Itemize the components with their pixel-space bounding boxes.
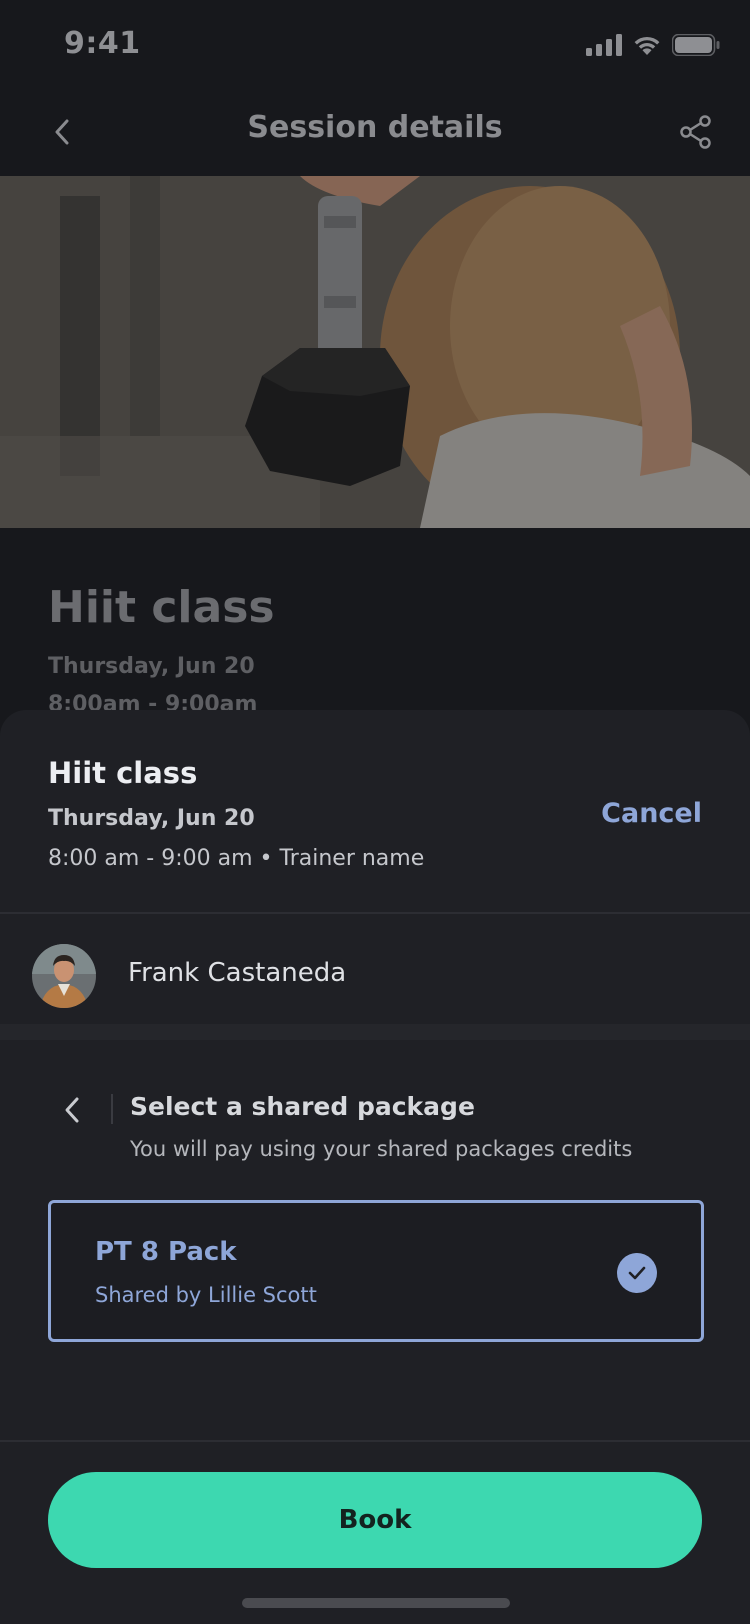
session-hero-image xyxy=(0,176,750,528)
page-title: Session details xyxy=(247,110,503,145)
checkmark-icon xyxy=(628,1266,646,1280)
attendee-row xyxy=(0,914,750,1020)
package-section-title: Select a shared package xyxy=(130,1092,475,1121)
share-button[interactable] xyxy=(672,108,720,156)
divider xyxy=(0,1440,750,1442)
nav-bar: Session details xyxy=(0,92,750,176)
background-session-title: Hiit class xyxy=(48,582,275,633)
booking-sheet: Hiit class Thursday, Jun 20 8:00 am - 9:… xyxy=(0,710,750,1624)
package-name: PT 8 Pack xyxy=(95,1237,237,1267)
status-icons xyxy=(586,34,720,56)
package-section-subtitle: You will pay using your shared packages … xyxy=(130,1137,633,1161)
session-date: Thursday, Jun 20 xyxy=(48,806,255,831)
signal-icon xyxy=(586,34,622,56)
share-icon xyxy=(680,115,711,149)
section-separator xyxy=(0,1024,750,1040)
attendee-name: Frank Castaneda xyxy=(128,958,347,988)
avatar xyxy=(32,944,96,1008)
wifi-icon xyxy=(634,36,660,55)
selected-check-indicator xyxy=(617,1253,657,1293)
package-back-button[interactable] xyxy=(52,1084,92,1136)
package-shared-by: Shared by Lillie Scott xyxy=(95,1283,317,1307)
status-bar: 9:41 xyxy=(0,0,750,92)
session-title: Hiit class xyxy=(48,756,198,790)
hero-dim-overlay xyxy=(0,176,750,528)
session-time-trainer: 8:00 am - 9:00 am • Trainer name xyxy=(48,846,425,871)
status-time: 9:41 xyxy=(64,26,141,61)
chevron-left-icon xyxy=(65,1097,79,1123)
cancel-button[interactable]: Cancel xyxy=(601,798,702,829)
book-button[interactable]: Book xyxy=(48,1472,702,1568)
session-summary: Hiit class Thursday, Jun 20 8:00 am - 9:… xyxy=(0,710,750,912)
background-session-date: Thursday, Jun 20 xyxy=(48,654,255,679)
header-divider xyxy=(111,1094,113,1124)
battery-icon xyxy=(672,34,720,56)
package-option-card[interactable]: PT 8 Pack Shared by Lillie Scott xyxy=(48,1200,704,1342)
home-indicator xyxy=(242,1598,510,1608)
